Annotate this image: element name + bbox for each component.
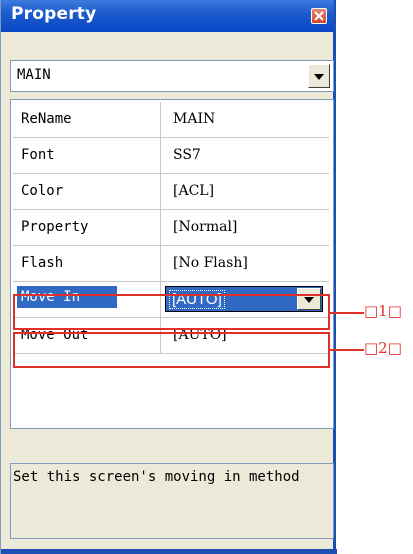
property-name: ReName: [21, 111, 72, 127]
column-divider: [160, 246, 161, 282]
property-row-flash[interactable]: Flash [No Flash]: [13, 246, 329, 282]
property-grid: ReName MAIN Font SS7 Color [ACL] Propert…: [10, 99, 334, 429]
window-title: Property: [11, 4, 97, 24]
chevron-down-icon[interactable]: [308, 64, 330, 88]
column-divider: [160, 102, 161, 138]
window-bottom-border: [1, 549, 337, 554]
property-value: MAIN: [173, 111, 216, 127]
property-row-property[interactable]: Property [Normal]: [13, 210, 329, 246]
property-value: [ACL]: [173, 183, 215, 199]
property-value: [Normal]: [173, 219, 238, 235]
column-divider: [160, 210, 161, 246]
title-bar[interactable]: Property: [1, 0, 334, 32]
column-divider: [160, 174, 161, 210]
description-panel: Set this screen's moving in method: [10, 463, 334, 539]
property-name: Font: [21, 147, 55, 163]
description-text: Set this screen's moving in method: [13, 469, 300, 485]
highlight-box-1: [13, 294, 330, 330]
property-name: Color: [21, 183, 64, 199]
column-divider: [160, 138, 161, 174]
property-value: SS7: [173, 147, 201, 163]
property-value: [No Flash]: [173, 255, 248, 271]
callout-label-2: □2□: [364, 339, 402, 357]
callout-line-2: [330, 349, 364, 351]
callout-label-1: □1□: [364, 302, 402, 320]
property-row-rename[interactable]: ReName MAIN: [13, 102, 329, 138]
object-selector-dropdown[interactable]: MAIN: [10, 60, 334, 92]
close-icon: [314, 11, 324, 21]
callout-line-1: [330, 312, 364, 314]
property-row-color[interactable]: Color [ACL]: [13, 174, 329, 210]
close-button[interactable]: [311, 8, 327, 24]
object-selector-value: MAIN: [17, 67, 51, 83]
property-window: Property MAIN ReName MAIN Font SS7 Color…: [0, 0, 337, 554]
highlight-box-2: [13, 332, 330, 368]
property-name: Flash: [21, 255, 64, 271]
property-row-font[interactable]: Font SS7: [13, 138, 329, 174]
property-name: Property: [21, 219, 89, 235]
